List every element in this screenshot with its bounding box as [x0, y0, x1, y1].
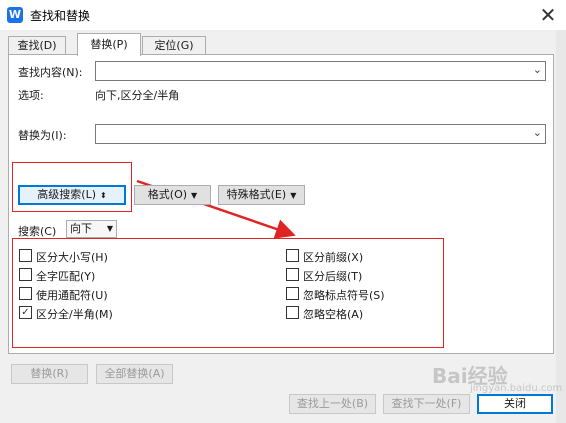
match-prefix-label: 区分前缀(X)	[303, 251, 364, 264]
find-next-button[interactable]: 查找下一处(F)	[383, 394, 470, 414]
whole-word-label: 全字匹配(Y)	[36, 270, 96, 283]
wildcards-checkbox[interactable]	[19, 287, 32, 300]
match-case-label: 区分大小写(H)	[36, 251, 108, 264]
find-previous-button[interactable]: 查找上一处(B)	[289, 394, 376, 414]
wildcards-label: 使用通配符(U)	[36, 289, 108, 302]
tab-replace[interactable]: 替换(P)	[77, 33, 141, 56]
search-direction-select[interactable]: 向下 ▼	[66, 220, 117, 238]
match-suffix-label: 区分后缀(T)	[303, 270, 363, 283]
whole-word-checkbox[interactable]	[19, 268, 32, 281]
format-button[interactable]: 格式(O) ▼	[134, 185, 211, 205]
watermark-sub: jingyan.baidu.com	[470, 383, 563, 394]
close-button[interactable]: 关闭	[477, 394, 553, 414]
format-label: 格式(O)	[147, 188, 188, 201]
full-half-width-checkbox[interactable]: ✓	[19, 306, 32, 319]
match-prefix-checkbox[interactable]	[286, 249, 299, 262]
caret-down-icon: ▼	[191, 191, 198, 200]
caret-down-icon: ▼	[290, 191, 297, 200]
ignore-spaces-checkbox[interactable]	[286, 306, 299, 319]
match-suffix-checkbox[interactable]	[286, 268, 299, 281]
ignore-spaces-label: 忽略空格(A)	[303, 308, 364, 321]
special-format-label: 特殊格式(E)	[226, 188, 287, 201]
full-half-width-label: 区分全/半角(M)	[36, 308, 113, 321]
search-label: 搜索(C)	[18, 225, 57, 238]
special-format-button[interactable]: 特殊格式(E) ▼	[218, 185, 305, 205]
toggle-up-down-icon: ⬍	[100, 191, 107, 200]
replace-all-button[interactable]: 全部替换(A)	[96, 364, 173, 384]
match-case-checkbox[interactable]	[19, 249, 32, 262]
search-direction-value: 向下	[70, 222, 92, 235]
caret-down-icon: ▼	[106, 224, 113, 233]
ignore-punctuation-checkbox[interactable]	[286, 287, 299, 300]
replace-button[interactable]: 替换(R)	[11, 364, 88, 384]
advanced-search-button[interactable]: 高级搜索(L) ⬍	[18, 185, 126, 205]
checkmark-icon: ✓	[21, 307, 30, 318]
ignore-punctuation-label: 忽略标点符号(S)	[303, 289, 385, 302]
advanced-search-label: 高级搜索(L)	[37, 188, 96, 201]
